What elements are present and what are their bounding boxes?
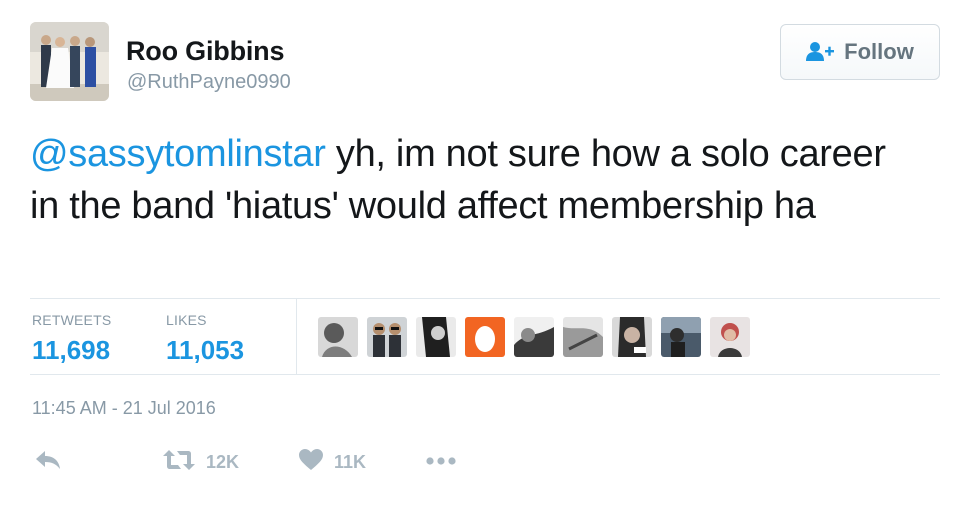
tweet-timestamp[interactable]: 11:45 AM - 21 Jul 2016 [32, 398, 216, 419]
user-handle[interactable]: @RuthPayne0990 [127, 71, 291, 94]
retweet-button[interactable]: 12K [162, 448, 239, 477]
liker-avatar[interactable] [514, 317, 554, 357]
follow-user-plus-icon [806, 41, 836, 63]
likes-label: LIKES [166, 312, 207, 328]
heart-icon [298, 448, 324, 477]
stats-divider-top [30, 298, 940, 299]
follow-button[interactable]: Follow [780, 24, 940, 80]
liker-avatars [318, 317, 750, 357]
stats-divider-bottom [30, 374, 940, 375]
like-count: 11K [334, 452, 367, 472]
more-options-button[interactable] [425, 448, 459, 477]
more-dots-icon [425, 448, 459, 477]
likes-count: 11,053 [166, 335, 245, 365]
liker-avatar[interactable] [661, 317, 701, 357]
stats-vertical-divider [296, 298, 297, 374]
like-button[interactable]: 11K [298, 448, 366, 477]
follow-button-label: Follow [844, 39, 914, 64]
likes-stat[interactable]: LIKES 11,053 [166, 312, 244, 366]
user-avatar[interactable] [30, 22, 109, 101]
liker-avatar[interactable] [710, 317, 750, 357]
liker-avatar[interactable] [612, 317, 652, 357]
user-display-name[interactable]: Roo Gibbins [126, 36, 284, 67]
liker-avatar-default-egg[interactable] [465, 317, 505, 357]
liker-avatar[interactable] [318, 317, 358, 357]
tweet-card: Roo Gibbins @RuthPayne0990 Follow @sassy… [0, 0, 980, 514]
retweets-count: 11,698 [32, 335, 111, 365]
reply-button[interactable] [34, 448, 62, 477]
tweet-mention-link[interactable]: @sassytomlinstar [30, 133, 326, 175]
retweet-icon [162, 448, 196, 477]
tweet-text: @sassytomlinstar yh, im not sure how a s… [30, 128, 920, 232]
retweets-label: RETWEETS [32, 312, 112, 328]
liker-avatar[interactable] [563, 317, 603, 357]
liker-avatar[interactable] [367, 317, 407, 357]
retweets-stat[interactable]: RETWEETS 11,698 [32, 312, 111, 366]
liker-avatar[interactable] [416, 317, 456, 357]
retweet-count: 12K [206, 452, 240, 472]
reply-icon [34, 448, 62, 477]
